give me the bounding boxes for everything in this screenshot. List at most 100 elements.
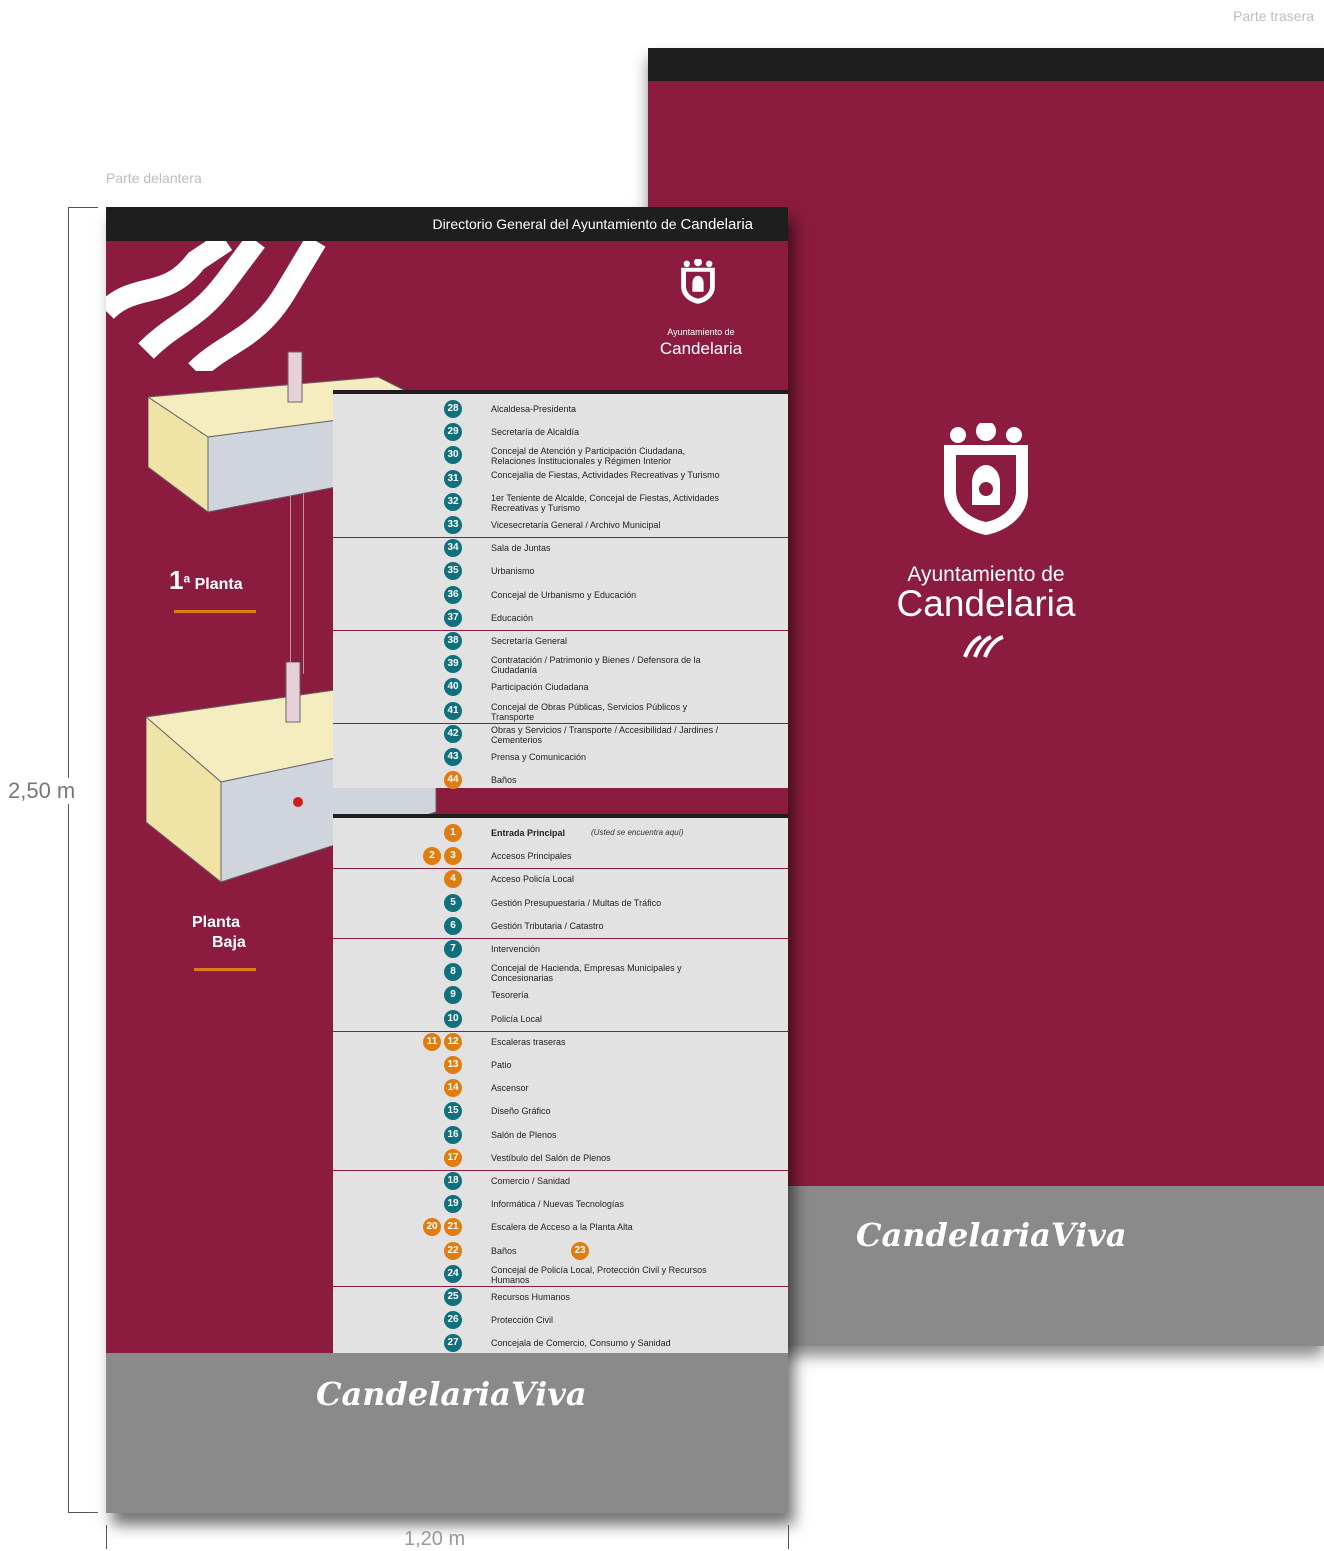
directory-row: 33 Vicesecretaría General / Archivo Munic… <box>333 514 788 537</box>
room-number-badge: 42 <box>444 724 462 743</box>
room-name: Protección Civil <box>491 1315 554 1326</box>
back-crest-icon <box>944 423 1028 535</box>
back-logo-line2: Candelaria <box>896 583 1076 624</box>
room-name: Diseño Gráfico <box>491 1106 551 1117</box>
directory-row: 26 Protección Civil <box>333 1309 788 1332</box>
ground-floor-underline <box>194 968 256 971</box>
room-name: Informática / Nuevas Tecnologías <box>491 1199 624 1210</box>
back-brand: CandelariaViva <box>856 1216 1127 1254</box>
room-number-badge: 1 <box>444 824 462 842</box>
directory-row: 25 Recursos Humanos <box>333 1286 788 1309</box>
room-name: Secretaría General <box>491 636 568 646</box>
directory-row: 15 Diseño Gráfico <box>333 1100 788 1123</box>
front-panel: Directorio General del Ayuntamiento de C… <box>106 207 788 1513</box>
back-brand-a: Candelaria <box>856 1216 1051 1254</box>
room-number-badge: 31 <box>444 469 462 488</box>
first-floor-underline <box>174 610 256 613</box>
room-number-badge: 17 <box>444 1148 462 1167</box>
front-brand-a: Candelaria <box>316 1375 511 1413</box>
directory-row: 22 Baños 23 <box>333 1240 788 1263</box>
room-name: Acceso Policía Local <box>491 874 575 885</box>
room-name: Tesorería <box>491 990 529 1001</box>
ground-floor-line2: Baja <box>212 934 246 951</box>
directory-row: 13 Patio <box>333 1054 788 1077</box>
directory-row: 39 Contratación / Patrimonio y Bienes / D… <box>333 653 788 676</box>
room-name: Accesos Principales <box>491 851 572 862</box>
room-name: Baños <box>491 775 517 786</box>
directory-row: 28 Alcaldesa-Presidenta <box>333 398 788 421</box>
room-name: Escaleras traseras <box>491 1036 566 1047</box>
room-number-badge: 9 <box>444 986 462 1005</box>
room-name: Policía Local <box>491 1013 543 1024</box>
room-number-badge: 35 <box>444 562 462 581</box>
room-name: Contratación / Patrimonio y Bienes / Def… <box>491 655 701 676</box>
room-name: Intervención <box>491 944 541 954</box>
room-name: Vestíbulo del Salón de Plenos <box>491 1152 611 1163</box>
directory-row: 5 Gestión Presupuestaria / Multas de Tráf… <box>333 892 788 915</box>
directory-row: 36 Concejal de Urbanismo y Educación <box>333 584 788 607</box>
room-name: Gestión Tributaria / Catastro <box>491 920 604 931</box>
room-number-badge: 39 <box>444 655 462 674</box>
header-bold: Candelaria <box>680 216 753 233</box>
room-name: Recursos Humanos <box>491 1292 571 1302</box>
room-number-badge-secondary: 11 <box>423 1032 441 1051</box>
ground-floor-line1: Planta <box>192 914 241 931</box>
room-name: Concejal de Hacienda, Empresas Municipal… <box>491 963 682 984</box>
room-number-badge: 8 <box>444 963 462 982</box>
directory-row: 31 Concejalía de Fiestas, Actividades Rec… <box>333 468 788 491</box>
directory-row: 43 Prensa y Comunicación <box>333 746 788 769</box>
room-name: Concejala de Comercio, Consumo y Sanidad <box>491 1338 671 1349</box>
room-name: Concejalía de Fiestas, Actividades Recre… <box>491 469 720 480</box>
room-name: Urbanismo <box>491 566 535 577</box>
front-footer: CandelariaViva <box>106 1353 788 1513</box>
room-number-badge: 21 <box>444 1218 462 1237</box>
directory-row: 6 Gestión Tributaria / Catastro <box>333 915 788 938</box>
room-name: Concejal de Atención y Participación Ciu… <box>491 446 686 467</box>
room-number-badge: 25 <box>444 1288 462 1306</box>
room-number-badge: 30 <box>444 446 462 465</box>
header-prefix: Directorio General del Ayuntamiento de <box>432 216 681 232</box>
room-number-badge: 34 <box>444 539 462 558</box>
room-number-badge: 41 <box>444 701 462 720</box>
directory-row: 16 Salón de Plenos <box>333 1124 788 1147</box>
room-name: Baños <box>491 1245 517 1256</box>
room-name: Gestión Presupuestaria / Multas de Tráfi… <box>491 897 662 908</box>
directory-row: 38 Secretaría General <box>333 630 788 653</box>
room-number-badge: 37 <box>444 608 462 627</box>
first-floor-number: 1 <box>169 565 184 595</box>
directory-row: 44 Baños <box>333 769 788 792</box>
room-number-badge: 3 <box>444 847 462 866</box>
front-crest-icon <box>681 259 715 304</box>
directory-row: 4 Acceso Policía Local <box>333 868 788 891</box>
width-label: 1,20 m <box>404 1528 466 1550</box>
directory-row: 18 Comercio / Sanidad <box>333 1170 788 1193</box>
you-are-here-note: (Usted se encuentra aquí) <box>591 828 684 837</box>
first-floor-word: Planta <box>194 576 243 593</box>
room-number-badge-secondary: 20 <box>423 1218 441 1237</box>
room-number-badge: 26 <box>444 1311 462 1330</box>
room-number-badge: 13 <box>444 1056 462 1074</box>
back-waves-icon <box>963 635 1004 658</box>
room-number-badge: 7 <box>444 940 462 958</box>
room-name: Prensa y Comunicación <box>491 752 587 762</box>
front-logo-line2: Candelaria <box>659 339 743 358</box>
room-number-badge: 4 <box>444 870 462 889</box>
directory-row: 7 Intervención <box>333 938 788 961</box>
room-name: Concejal de Obras Públicas, Servicios Pú… <box>491 701 688 722</box>
back-top-bar <box>648 48 1324 81</box>
room-name: Participación Ciudadana <box>491 682 589 693</box>
directory-row: 27 Concejala de Comercio, Consumo y Sanid… <box>333 1332 788 1355</box>
room-name: Comercio / Sanidad <box>491 1176 571 1186</box>
room-number-badge: 6 <box>444 916 462 935</box>
directory-row: 12 11 Escaleras traseras <box>333 1031 788 1054</box>
front-header: Directorio General del Ayuntamiento de C… <box>106 207 788 241</box>
front-brand: CandelariaViva <box>316 1375 587 1413</box>
room-number-badge: 12 <box>444 1032 462 1051</box>
room-number-badge: 43 <box>444 748 462 766</box>
front-brand-b: Viva <box>510 1375 587 1413</box>
room-number-badge: 5 <box>444 893 462 912</box>
directory-row: 14 Ascensor <box>333 1077 788 1100</box>
directory-row: 32 1er Teniente de Alcalde, Concejal de F… <box>333 491 788 514</box>
elevator-shaft <box>290 494 304 674</box>
directory-row: 10 Policía Local <box>333 1008 788 1031</box>
